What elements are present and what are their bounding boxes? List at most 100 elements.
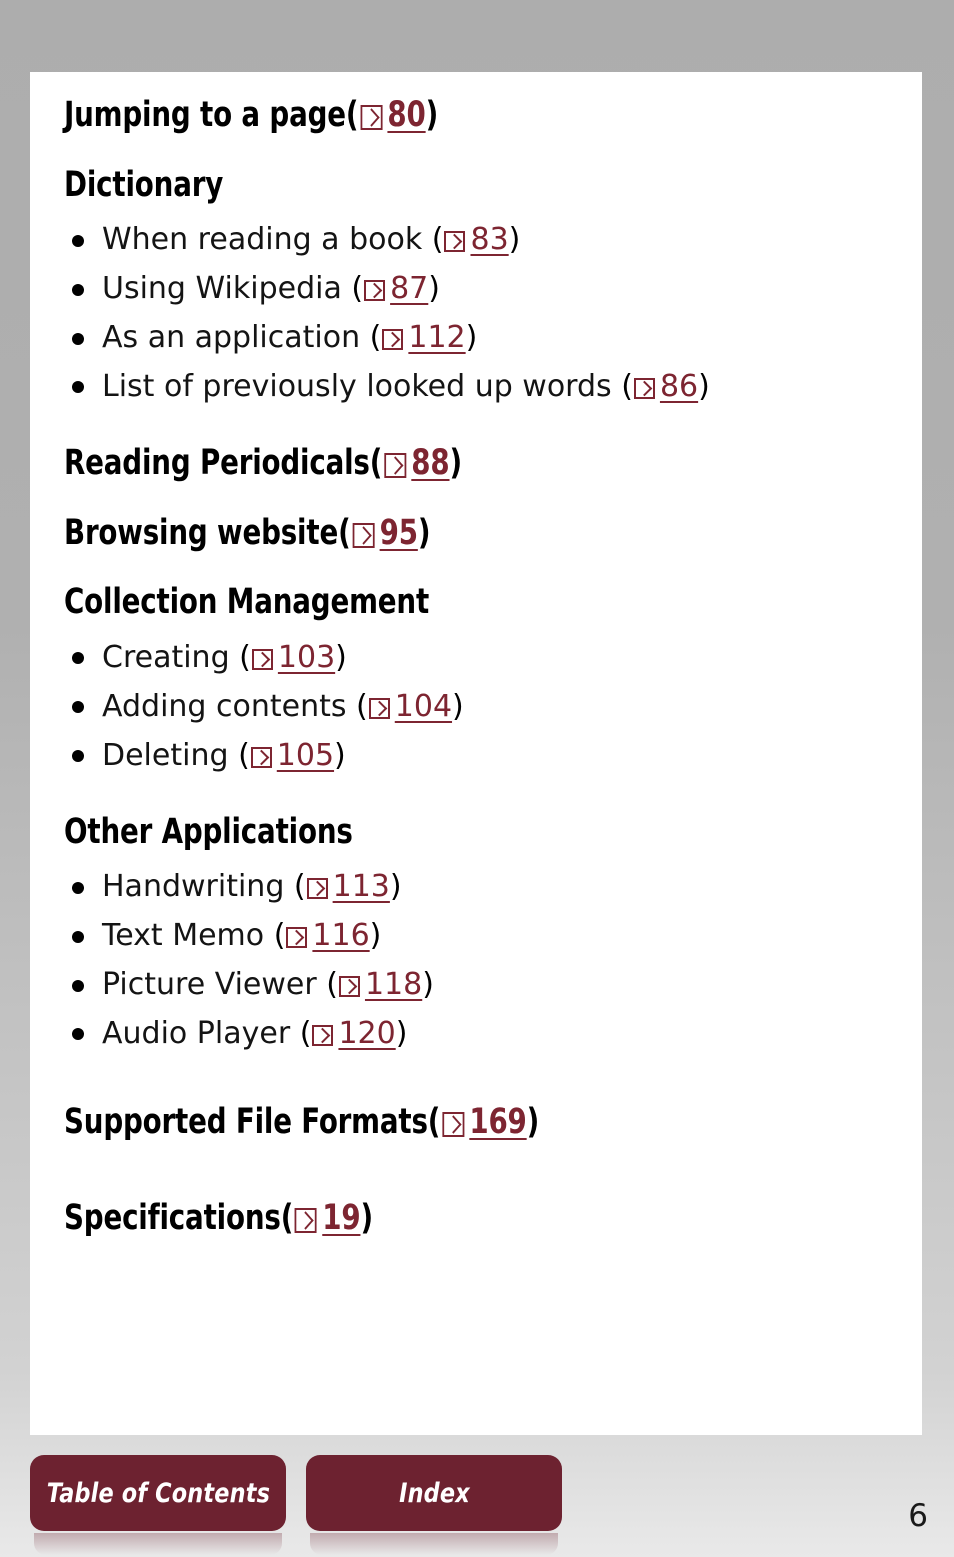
heading-other-applications: Other Applications: [64, 811, 789, 852]
page-reference[interactable]: (112): [370, 320, 478, 355]
heading-dictionary: Dictionary: [64, 167, 789, 204]
heading-label: Reading Periodicals: [64, 442, 370, 483]
heading-label: Collection Management: [64, 582, 430, 623]
page-reference-number[interactable]: 88: [411, 443, 449, 483]
close-paren: ): [360, 1197, 373, 1238]
jump-to-page-arrow-icon: [368, 697, 390, 719]
heading-label: Other Applications: [64, 811, 353, 852]
page-reference[interactable]: (118): [326, 967, 434, 1002]
jump-to-page-arrow-icon: [382, 329, 404, 351]
page-reference[interactable]: (120): [300, 1016, 408, 1051]
bullet-icon: [72, 381, 84, 394]
list-item[interactable]: Deleting (105): [64, 732, 888, 781]
page-reference[interactable]: (95): [338, 513, 430, 553]
close-paren: ): [422, 967, 434, 1003]
page-reference-number[interactable]: 86: [660, 369, 698, 404]
list-item-label: Audio Player: [102, 1016, 291, 1052]
heading-reading-periodicals[interactable]: Reading Periodicals(88): [64, 442, 789, 483]
list-item[interactable]: Handwriting (113): [64, 863, 888, 912]
manual-page: Jumping to a page(80) Dictionary When re…: [0, 0, 954, 1557]
list-item[interactable]: As an application (112): [64, 314, 888, 363]
page-reference[interactable]: (87): [351, 271, 440, 306]
list-item-label: As an application: [102, 320, 361, 356]
page-reference-number[interactable]: 105: [277, 738, 334, 773]
page-reference-number[interactable]: 169: [469, 1102, 527, 1142]
other-applications-list: Handwriting (113) Text Memo (116) Pictur…: [64, 863, 888, 1059]
heading-supported-file-formats[interactable]: Supported File Formats(169): [64, 1101, 789, 1142]
page-reference-number[interactable]: 116: [312, 918, 369, 953]
page-reference[interactable]: (105): [238, 738, 346, 773]
list-item-label: Handwriting: [102, 869, 285, 905]
bullet-icon: [72, 750, 84, 763]
page-reference-number[interactable]: 112: [408, 320, 465, 355]
jump-to-page-arrow-icon: [384, 452, 407, 478]
page-reference[interactable]: (103): [239, 640, 347, 675]
open-paren: (: [238, 737, 250, 773]
list-item[interactable]: Creating (103): [64, 634, 888, 683]
list-item-label: When reading a book: [102, 222, 423, 258]
page-reference-number[interactable]: 19: [322, 1198, 360, 1238]
page-reference[interactable]: (80): [346, 95, 438, 135]
list-item[interactable]: List of previously looked up words (86): [64, 363, 888, 412]
open-paren: (: [356, 688, 368, 724]
page-reference-number[interactable]: 113: [333, 869, 390, 904]
bottom-navigation: Table of Contents Index: [30, 1455, 922, 1557]
close-paren: ): [335, 640, 347, 675]
page-reference-number[interactable]: 118: [365, 967, 422, 1002]
page-reference[interactable]: (19): [281, 1198, 373, 1238]
table-of-contents-button[interactable]: Table of Contents: [30, 1455, 286, 1555]
open-paren: (: [345, 95, 359, 135]
page-reference-number[interactable]: 120: [338, 1016, 395, 1051]
close-paren: ): [526, 1101, 540, 1142]
list-item[interactable]: Using Wikipedia (87): [64, 265, 888, 314]
page-reference-number[interactable]: 87: [390, 271, 428, 306]
page-reference-number[interactable]: 103: [278, 640, 335, 675]
close-paren: ): [428, 271, 440, 307]
bullet-icon: [72, 332, 84, 345]
bullet-icon: [72, 1028, 84, 1041]
close-paren: ): [417, 512, 431, 553]
open-paren: (: [369, 442, 383, 483]
page-reference[interactable]: (116): [274, 918, 382, 953]
list-item[interactable]: When reading a book (83): [64, 216, 888, 265]
index-label: Index: [398, 1477, 470, 1509]
list-item-label: Deleting: [102, 737, 229, 773]
collection-management-list: Creating (103) Adding contents (104) Del…: [64, 634, 888, 781]
jump-to-page-arrow-icon: [338, 976, 360, 998]
content-sheet: Jumping to a page(80) Dictionary When re…: [30, 72, 922, 1435]
page-reference[interactable]: (83): [432, 222, 521, 257]
page-reference-number[interactable]: 104: [395, 689, 452, 724]
dictionary-list: When reading a book (83) Using Wikipedia…: [64, 216, 888, 412]
jump-to-page-arrow-icon: [633, 378, 655, 400]
list-item[interactable]: Picture Viewer (118): [64, 961, 888, 1010]
page-reference[interactable]: (88): [370, 443, 462, 483]
jump-to-page-arrow-icon: [360, 105, 383, 130]
page-reference-number[interactable]: 80: [387, 95, 425, 135]
page-reference-number[interactable]: 83: [470, 222, 508, 257]
jump-to-page-arrow-icon: [250, 746, 272, 768]
list-item[interactable]: Audio Player (120): [64, 1010, 888, 1059]
list-item[interactable]: Adding contents (104): [64, 683, 888, 732]
close-paren: ): [698, 369, 710, 405]
page-reference[interactable]: (169): [428, 1101, 540, 1142]
page-reference-number[interactable]: 95: [380, 513, 418, 553]
bullet-icon: [72, 701, 84, 714]
heading-browsing-website[interactable]: Browsing website(95): [64, 512, 789, 553]
page-reference[interactable]: (86): [621, 369, 710, 404]
heading-collection-management: Collection Management: [64, 582, 789, 623]
heading-label: Browsing website: [64, 512, 339, 553]
bullet-icon: [72, 283, 84, 296]
close-paren: ): [425, 95, 439, 135]
open-paren: (: [338, 512, 351, 553]
jump-to-page-arrow-icon: [364, 280, 386, 302]
jump-to-page-arrow-icon: [352, 522, 375, 548]
page-reference[interactable]: (113): [294, 869, 402, 904]
heading-specifications[interactable]: Specifications(19): [64, 1198, 789, 1238]
list-item[interactable]: Text Memo (116): [64, 912, 888, 961]
jump-to-page-arrow-icon: [444, 231, 466, 253]
list-item-label: Picture Viewer: [102, 967, 317, 1003]
index-button[interactable]: Index: [306, 1455, 562, 1555]
heading-jumping-to-a-page[interactable]: Jumping to a page(80): [64, 95, 789, 135]
page-reference[interactable]: (104): [356, 689, 464, 724]
close-paren: ): [449, 442, 463, 483]
